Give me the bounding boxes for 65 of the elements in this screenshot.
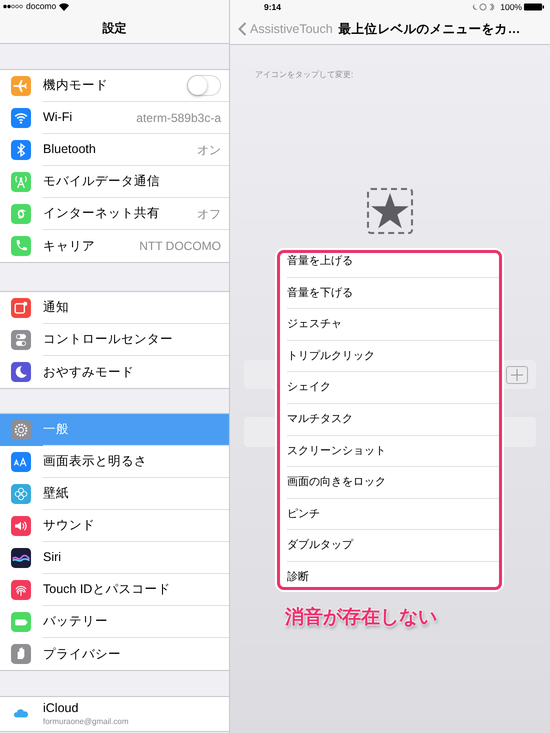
speaker-icon <box>11 516 31 536</box>
signal-icon <box>3 4 23 10</box>
account-email: formuraone@gmail.com <box>43 716 128 727</box>
chevron-left-icon <box>238 22 247 36</box>
moon-icon <box>11 362 31 382</box>
row-label: Wi-Fi <box>43 109 74 126</box>
row-label: インターネット共有 <box>43 205 161 222</box>
row-value: オン <box>197 142 221 158</box>
battery-icon <box>11 612 31 632</box>
menu-item[interactable]: マルチタスク <box>287 404 499 436</box>
gear-icon <box>11 420 31 440</box>
row-label: コントロールセンター <box>43 331 174 348</box>
page-title: 最上位レベルのメニューをカ… <box>338 20 520 38</box>
carrier-name: docomo <box>26 0 56 14</box>
flower-icon <box>11 484 31 504</box>
airplane-icon <box>11 76 31 96</box>
row-label: 一般 <box>43 421 70 438</box>
hand-icon <box>11 644 31 664</box>
row-label: モバイルデータ通信 <box>43 173 161 190</box>
menu-item[interactable]: スクリーンショット <box>287 436 499 468</box>
menu-item[interactable]: トリプルクリック <box>287 340 499 372</box>
wifi-icon <box>11 108 31 128</box>
sidebar-title: 設定 <box>102 20 126 38</box>
battery-level-icon <box>524 3 544 11</box>
annotation-text: 消音が存在しない <box>285 605 437 630</box>
clock-time: 9:14 <box>264 0 282 14</box>
row-label: キャリア <box>43 238 96 255</box>
row-label: 機内モード <box>43 77 109 94</box>
menu-item[interactable]: 診断 <box>287 562 499 587</box>
bluetooth-icon <box>11 140 31 160</box>
menu-item[interactable]: ジェスチャ <box>287 309 499 341</box>
wave-icon <box>11 548 31 568</box>
fingerprint-icon <box>11 580 31 600</box>
row-value: aterm-589b3c-a <box>136 110 221 126</box>
hint-text: アイコンをタップして変更: <box>255 69 354 81</box>
row-value: NTT DOCOMO <box>139 238 221 255</box>
phone-icon <box>11 236 31 256</box>
menu-item[interactable]: ピンチ <box>287 498 499 530</box>
menu-item[interactable]: 音量を下げる <box>287 278 499 310</box>
row-label: プライバシー <box>43 646 122 663</box>
row-label: バッテリー <box>43 613 109 630</box>
menu-item[interactable]: ダブルタップ <box>287 530 499 562</box>
row-label: Touch IDとパスコード <box>43 581 172 598</box>
menu-item[interactable]: シェイク <box>287 372 499 404</box>
status-icons <box>471 3 498 11</box>
antenna-icon <box>11 172 31 192</box>
row-label: 壁紙 <box>43 485 70 502</box>
menu-item[interactable]: 画面の向きをロック <box>287 467 499 499</box>
wifi-signal-icon <box>59 2 70 11</box>
menu-item[interactable]: 音量を上げる <box>287 253 499 278</box>
text-size-icon <box>11 452 31 472</box>
row-label: おやすみモード <box>43 364 135 381</box>
account-name: iCloud <box>43 701 80 717</box>
row-label: 通知 <box>43 299 70 316</box>
toggles-icon <box>11 330 31 350</box>
row-label: 画面表示と明るさ <box>43 453 148 470</box>
battery-percent: 100% <box>500 0 522 14</box>
row-value: オフ <box>197 206 221 222</box>
row-label: サウンド <box>43 517 96 534</box>
link-icon <box>11 204 31 224</box>
plus-icon[interactable] <box>506 366 528 384</box>
row-label: Siri <box>43 549 62 566</box>
row-label: Bluetooth <box>43 141 97 158</box>
toggle-switch[interactable] <box>187 75 221 96</box>
notification-icon <box>11 298 31 318</box>
